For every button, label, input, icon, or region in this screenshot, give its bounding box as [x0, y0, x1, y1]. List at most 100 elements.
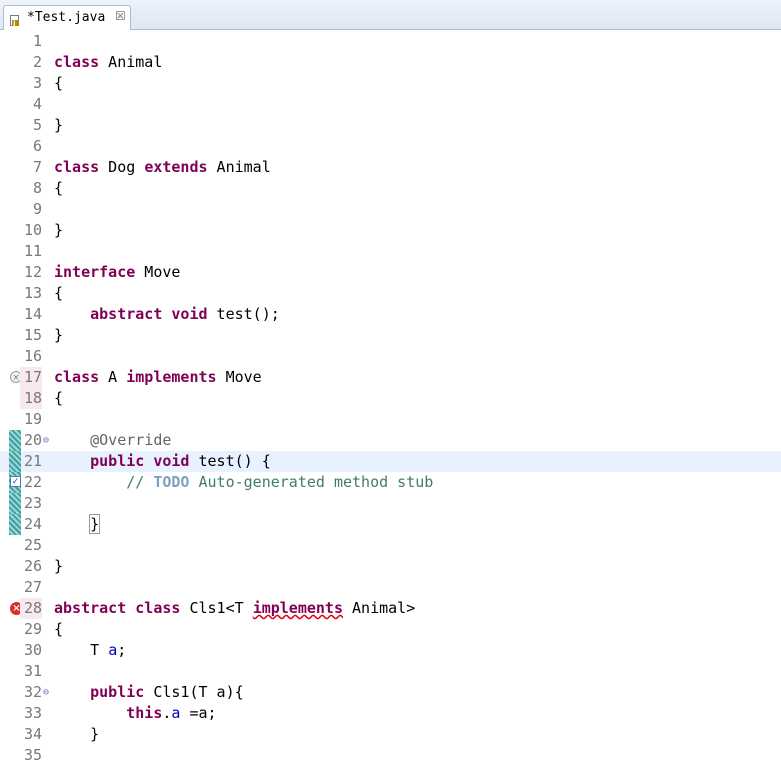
code-line[interactable]: ✓ 22 // TODO Auto-generated method stub — [0, 472, 781, 493]
line-number: 27 — [23, 578, 42, 596]
line-number: 18 — [20, 388, 42, 409]
code-line[interactable]: 32 ⊖ public Cls1(T a){ — [0, 682, 781, 703]
code-token: implements — [126, 368, 217, 386]
code-line[interactable]: 23 — [0, 493, 781, 514]
code-token: implements — [252, 599, 343, 617]
code-line[interactable]: 9 — [0, 199, 781, 220]
code-line[interactable]: 35 — [0, 745, 781, 766]
code-token: // — [126, 473, 154, 491]
close-icon[interactable]: ☒ — [115, 9, 126, 23]
code-text: } — [54, 220, 63, 241]
line-number: 24 — [23, 515, 42, 533]
line-number: 4 — [32, 95, 42, 113]
code-text: { — [54, 388, 63, 409]
code-token: TODO — [153, 473, 190, 491]
code-line[interactable]: 13 { — [0, 283, 781, 304]
code-token: } — [54, 116, 64, 134]
line-number: 1 — [32, 32, 42, 50]
code-text: class A implements Move — [54, 367, 262, 388]
code-line[interactable]: × 28 abstract class Cls1<T implements Anim… — [0, 598, 781, 619]
code-token: class — [135, 599, 181, 617]
code-line[interactable]: 20 ⊖ @Override — [0, 430, 781, 451]
code-text: { — [54, 283, 63, 304]
code-token: T — [54, 641, 109, 659]
code-text: } — [54, 325, 63, 346]
code-line[interactable]: 6 — [0, 136, 781, 157]
fold-minus-icon[interactable]: ⊖ — [43, 682, 49, 703]
code-line[interactable]: 33 this.a =a; — [0, 703, 781, 724]
code-text: this.a =a; — [54, 703, 216, 724]
code-line[interactable]: 12 interface Move — [0, 262, 781, 283]
code-token: ; — [117, 641, 127, 659]
code-line[interactable]: 15} — [0, 325, 781, 346]
code-token: Animal — [99, 53, 163, 71]
code-line[interactable]: 19 — [0, 409, 781, 430]
code-line[interactable]: 34 } — [0, 724, 781, 745]
code-text: public void test() { — [54, 451, 271, 472]
line-number: 20 — [23, 431, 42, 449]
code-text: @Override — [54, 430, 171, 451]
code-line[interactable]: 29 { — [0, 619, 781, 640]
code-token: extends — [144, 158, 208, 176]
code-text: class Dog extends Animal — [54, 157, 271, 178]
code-line[interactable]: 25 — [0, 535, 781, 556]
code-line[interactable]: 7 class Dog extends Animal — [0, 157, 781, 178]
code-line[interactable]: 16 — [0, 346, 781, 367]
line-number: 22 — [23, 473, 42, 491]
line-number: 13 — [23, 284, 42, 302]
line-number: 16 — [23, 347, 42, 365]
code-token: class — [54, 368, 100, 386]
code-text: } — [54, 556, 63, 577]
line-number: 15 — [23, 326, 42, 344]
code-token: { — [54, 284, 64, 302]
line-number: 29 — [23, 620, 42, 638]
line-number: 19 — [23, 410, 42, 428]
code-line[interactable]: 11 — [0, 241, 781, 262]
line-number: 35 — [23, 746, 42, 764]
code-text: class Animal — [54, 52, 162, 73]
tab-title: *Test.java — [27, 10, 106, 25]
code-line[interactable]: 10} — [0, 220, 781, 241]
code-line[interactable]: 31 — [0, 661, 781, 682]
line-number: 21 — [23, 452, 42, 470]
line-number: 2 — [32, 53, 42, 71]
code-token: Animal> — [343, 599, 416, 617]
code-editor[interactable]: 1 2 class Animal 3{4 5} 6 7 class Dog extends A… — [0, 31, 781, 764]
line-number: 11 — [23, 242, 42, 260]
editor-tab-bar: J *Test.java ☒ — [0, 0, 781, 30]
line-number: 5 — [32, 116, 42, 134]
line-number: 12 — [23, 263, 42, 281]
code-text: abstract class Cls1<T implements Animal> — [54, 598, 415, 619]
code-line[interactable]: 8{ — [0, 178, 781, 199]
line-number: 32 — [23, 683, 42, 701]
code-line[interactable]: 3{ — [0, 73, 781, 94]
code-line[interactable]: 18 { — [0, 388, 781, 409]
line-number: 6 — [32, 137, 42, 155]
code-token: test() { — [189, 452, 271, 470]
code-token: public — [90, 683, 145, 701]
code-text: interface Move — [54, 262, 180, 283]
code-token: } — [54, 221, 64, 239]
code-line[interactable]: × 17 class A implements Move — [0, 367, 781, 388]
code-line[interactable]: 30 T a; — [0, 640, 781, 661]
tab-test-java[interactable]: J *Test.java ☒ — [3, 5, 131, 30]
code-token: a — [108, 641, 118, 659]
code-line[interactable]: 24 } — [0, 514, 781, 535]
code-line[interactable]: 14 abstract void test(); — [0, 304, 781, 325]
code-line[interactable]: 27 — [0, 577, 781, 598]
code-line[interactable]: 1 — [0, 31, 781, 52]
fold-minus-icon[interactable]: ⊖ — [43, 430, 49, 451]
code-line[interactable]: 21 public void test() { — [0, 451, 781, 472]
code-token: { — [54, 389, 64, 407]
code-line[interactable]: 5} — [0, 115, 781, 136]
code-line[interactable]: 26} — [0, 556, 781, 577]
code-token: interface — [54, 263, 136, 281]
code-line[interactable]: 4 — [0, 94, 781, 115]
code-token: void — [153, 452, 190, 470]
line-number: 14 — [23, 305, 42, 323]
code-line[interactable]: 2 class Animal — [0, 52, 781, 73]
